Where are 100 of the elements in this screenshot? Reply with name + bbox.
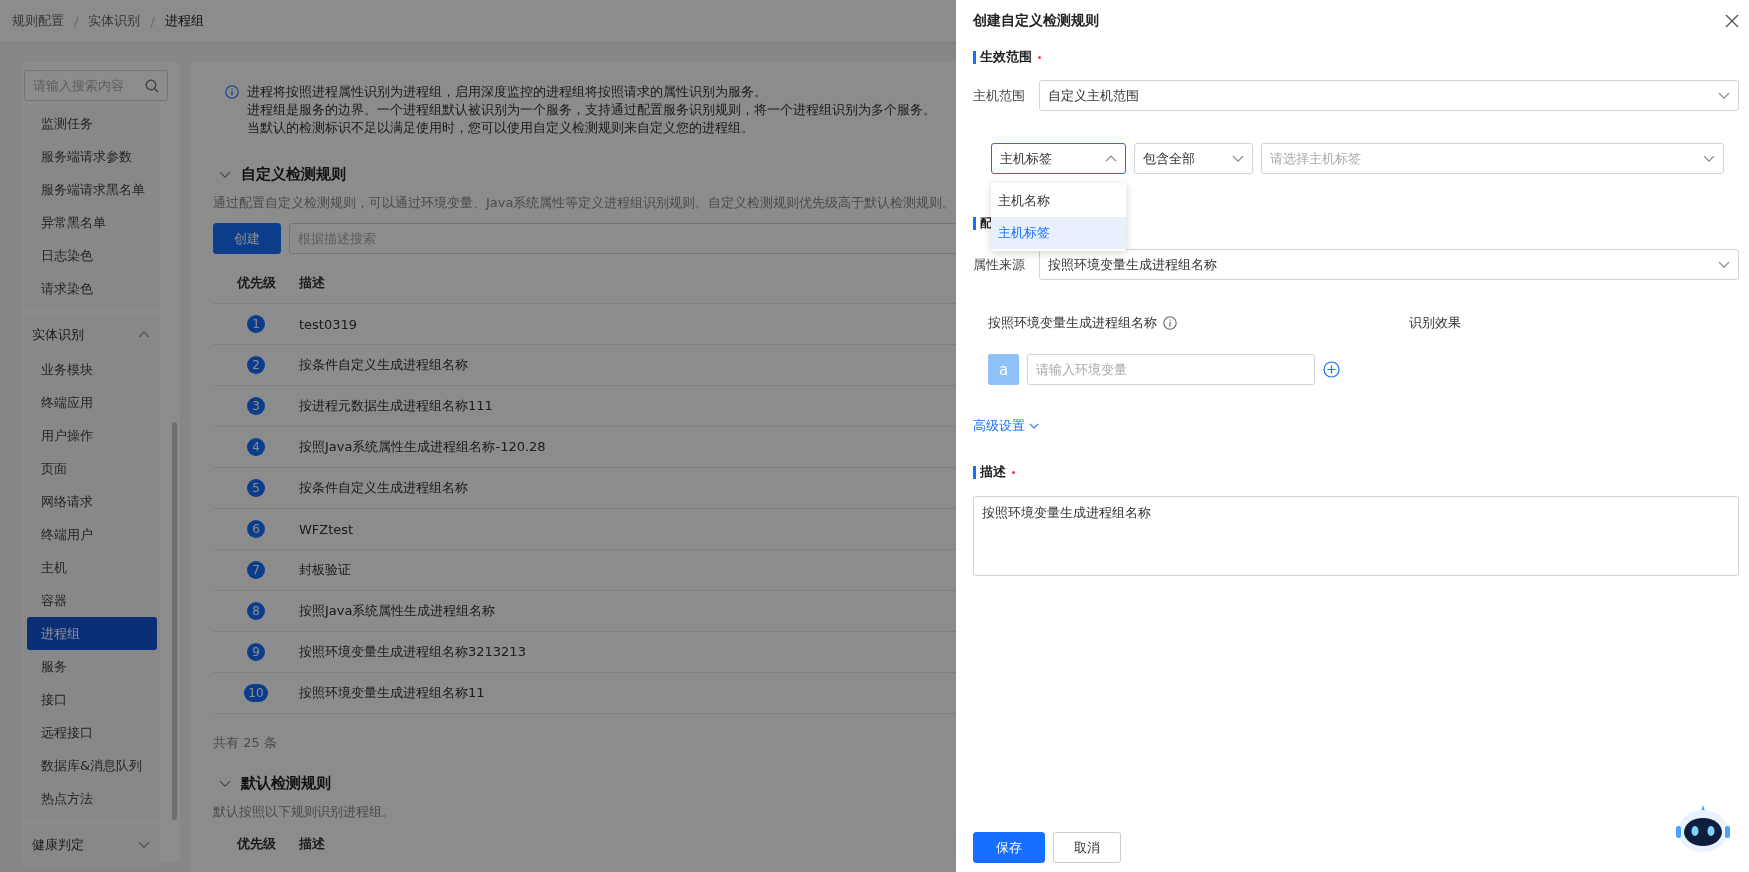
- section-marker: [973, 216, 976, 230]
- sidebar-item[interactable]: 终端用户: [27, 518, 157, 551]
- chevron-down-icon: [1703, 154, 1715, 163]
- sidebar-item[interactable]: 热点方法: [27, 782, 157, 815]
- section-title: 默认检测规则: [241, 774, 331, 793]
- column-header: 优先级: [235, 834, 277, 853]
- info-text: 进程将按照进程属性识别为进程组，启用深度监控的进程组将按照请求的属性识别为服务。: [247, 85, 768, 99]
- dropdown-option[interactable]: 主机名称: [991, 185, 1126, 217]
- chevron-down-icon: [1718, 260, 1730, 269]
- condition-field-select[interactable]: 主机标签: [991, 143, 1126, 174]
- priority-badge: 1: [247, 315, 265, 333]
- section-description: 默认按照以下规则识别进程组。: [213, 803, 395, 821]
- create-button[interactable]: 创建: [213, 223, 281, 254]
- sidebar-item[interactable]: 异常黑名单: [27, 206, 157, 239]
- modal-overlay[interactable]: [0, 0, 956, 872]
- section-marker: [973, 465, 976, 479]
- sidebar-item[interactable]: 接口: [27, 683, 157, 716]
- priority-badge: 10: [244, 684, 268, 702]
- table-cell: 按照Java系统属性生成进程组名称-120.28: [299, 438, 546, 456]
- dropdown-option[interactable]: 主机标签: [991, 217, 1126, 249]
- priority-badge: 7: [247, 561, 265, 579]
- host-tag-select[interactable]: 请选择主机标签: [1261, 143, 1724, 174]
- env-variable-input[interactable]: 请输入环境变量: [1027, 354, 1315, 385]
- operator-select[interactable]: 包含全部: [1134, 143, 1253, 174]
- search-icon: [145, 78, 159, 93]
- field-label: 识别效果: [1409, 314, 1462, 332]
- chevron-down-icon: [1232, 154, 1244, 163]
- chevron-down-icon: [1029, 423, 1039, 429]
- sidebar-item[interactable]: 服务端请求参数: [27, 140, 157, 173]
- field-label: 按照环境变量生成进程组名称: [988, 314, 1157, 332]
- table-cell: 按照环境变量生成进程组名称3213213: [299, 643, 526, 661]
- sidebar-item[interactable]: 终端应用: [27, 386, 157, 419]
- table-cell: 按进程元数据生成进程组名称111: [299, 397, 493, 415]
- section-title: 自定义检测规则: [241, 165, 346, 184]
- priority-badge: 5: [247, 479, 265, 497]
- table-cell: WFZtest: [299, 521, 354, 537]
- section-title: 描述: [980, 463, 1006, 481]
- info-text: 进程组是服务的边界。一个进程组默认被识别为一个服务，支持通过配置服务识别规则，将一个进程组识别为多个服务。: [247, 103, 936, 117]
- table-cell: 按条件自定义生成进程组名称: [299, 479, 468, 497]
- breadcrumb-item[interactable]: 进程组: [164, 12, 204, 30]
- advanced-settings-link[interactable]: 高级设置: [973, 417, 1039, 435]
- priority-badge: 2: [247, 356, 265, 374]
- column-header: 描述: [299, 273, 325, 292]
- chevron-down-icon: [138, 841, 150, 849]
- sidebar-item[interactable]: 进程组: [27, 617, 157, 650]
- section-title: 生效范围: [980, 48, 1032, 66]
- sidebar-item[interactable]: 远程接口: [27, 716, 157, 749]
- breadcrumb-separator: /: [150, 13, 155, 29]
- sidebar-item[interactable]: 监测任务: [27, 107, 157, 140]
- chevron-up-icon: [138, 331, 150, 339]
- section-description: 通过配置自定义检测规则，可以通过环境变量、Java系统属性等定义进程组识别规则。自定义检测规则优先级高于默认检测规则。: [213, 194, 956, 212]
- scrollbar-thumb[interactable]: [172, 422, 177, 820]
- sidebar-item[interactable]: 请求染色: [27, 272, 157, 305]
- section-marker: [973, 50, 976, 64]
- table-cell: test0319: [299, 316, 358, 332]
- attribute-source-select[interactable]: 按照环境变量生成进程组名称: [1039, 249, 1739, 280]
- section-title: 配: [980, 214, 992, 232]
- chevron-down-icon: [219, 170, 231, 179]
- priority-badge: 9: [247, 643, 265, 661]
- sidebar-group-header[interactable]: 实体识别: [24, 317, 160, 353]
- info-text: 当默认的检测标识不足以满足使用时，您可以使用自定义检测规则来自定义您的进程组。: [247, 121, 755, 135]
- chevron-down-icon: [219, 779, 231, 788]
- priority-badge: 4: [247, 438, 265, 456]
- info-icon: [1163, 316, 1177, 330]
- sidebar-item[interactable]: 数据库&消息队列: [27, 749, 157, 782]
- breadcrumb-item[interactable]: 实体识别: [88, 12, 141, 30]
- field-label: 属性来源: [973, 255, 1026, 274]
- cancel-button[interactable]: 取消: [1053, 832, 1121, 863]
- sidebar-item[interactable]: 日志染色: [27, 239, 157, 272]
- breadcrumb-separator: /: [74, 13, 79, 29]
- close-icon[interactable]: [1725, 14, 1739, 28]
- sidebar-item[interactable]: 主机: [27, 551, 157, 584]
- sidebar-item[interactable]: 用户操作: [27, 419, 157, 452]
- drawer-title: 创建自定义检测规则: [973, 12, 1099, 30]
- add-icon[interactable]: [1323, 361, 1340, 378]
- column-header: 优先级: [235, 273, 277, 292]
- chevron-up-icon: [1105, 154, 1117, 163]
- sidebar-item[interactable]: 网络请求: [27, 485, 157, 518]
- variable-badge: a: [988, 354, 1019, 385]
- sidebar-item[interactable]: 服务端请求黑名单: [27, 173, 157, 206]
- host-range-select[interactable]: 自定义主机范围: [1039, 80, 1739, 111]
- table-cell: 封板验证: [299, 561, 351, 579]
- priority-badge: 6: [247, 520, 265, 538]
- sidebar-item[interactable]: 容器: [27, 584, 157, 617]
- save-button[interactable]: 保存: [973, 832, 1045, 863]
- table-cell: 按条件自定义生成进程组名称: [299, 356, 468, 374]
- table-cell: 按照Java系统属性生成进程组名称: [299, 602, 496, 620]
- sidebar-group-header[interactable]: 健康判定: [24, 827, 160, 863]
- chevron-down-icon: [1718, 91, 1730, 100]
- field-label: 主机范围: [973, 86, 1026, 105]
- column-header: 描述: [299, 834, 325, 853]
- description-textarea[interactable]: 按照环境变量生成进程组名称: [973, 496, 1739, 576]
- table-cell: 按照环境变量生成进程组名称11: [299, 684, 485, 702]
- priority-badge: 3: [247, 397, 265, 415]
- sidebar-item[interactable]: 服务: [27, 650, 157, 683]
- sidebar-item[interactable]: 业务模块: [27, 353, 157, 386]
- breadcrumb-item[interactable]: 规则配置: [12, 12, 64, 30]
- sidebar-item[interactable]: 页面: [27, 452, 157, 485]
- priority-badge: 8: [247, 602, 265, 620]
- info-icon: [225, 85, 239, 99]
